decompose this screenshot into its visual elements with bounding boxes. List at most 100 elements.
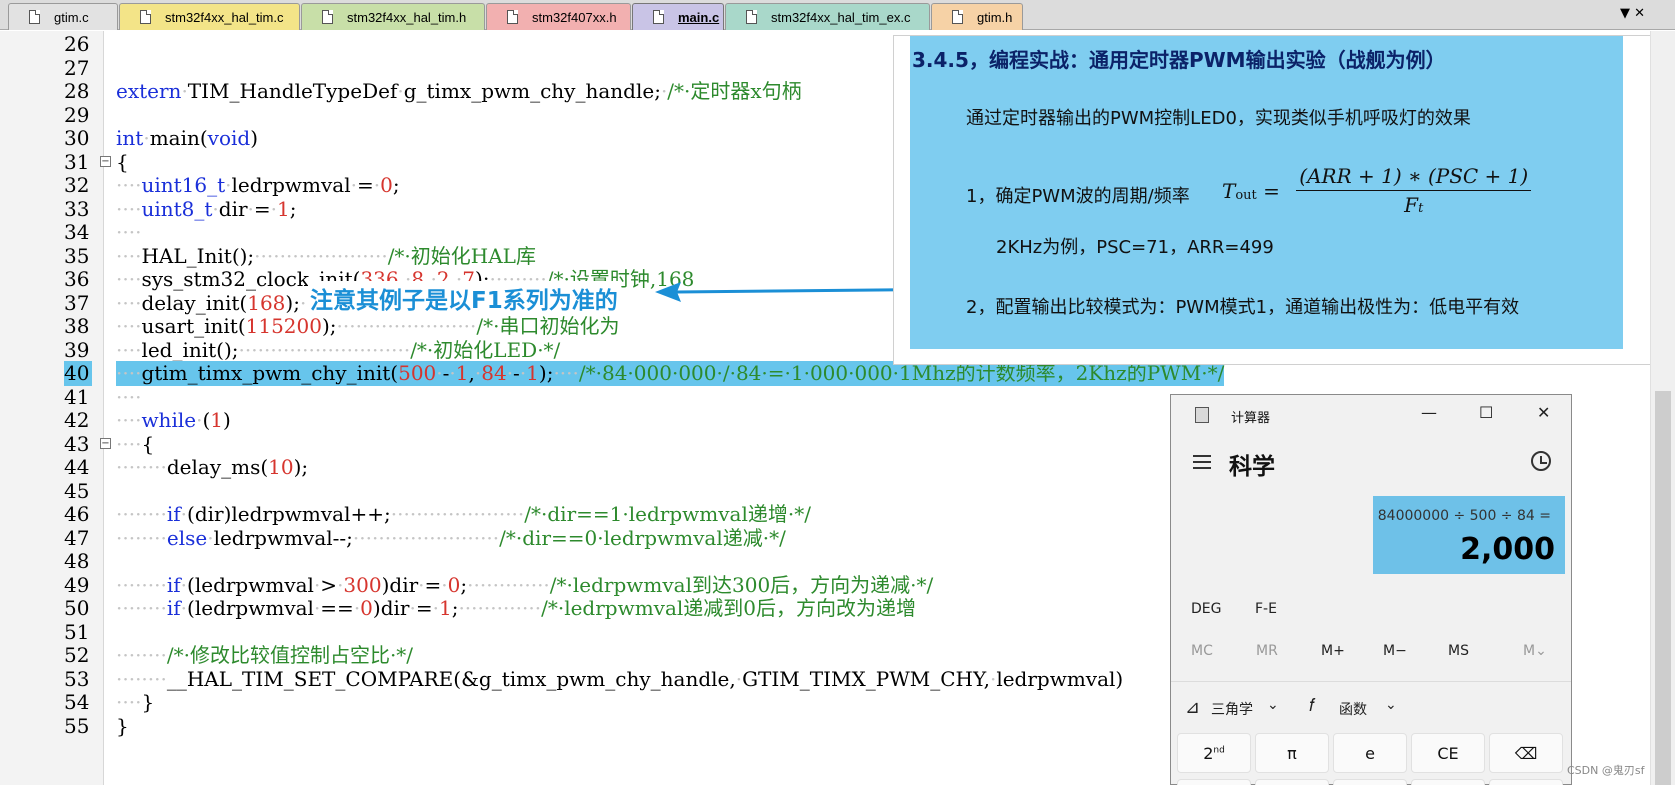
code-text: ····} xyxy=(116,690,155,714)
slide-panel: 3.4.5，编程实战：通用定时器PWM输出实验（战舰为例） 通过定时器输出的PW… xyxy=(910,36,1623,349)
memory-list-button[interactable]: M⌄ xyxy=(1523,643,1547,659)
line-number: 42 xyxy=(64,408,90,432)
calc-key[interactable] xyxy=(1255,779,1329,785)
line-number: 28 xyxy=(64,79,90,103)
code-text: extern·TIM_HandleTypeDef·g_timx_pwm_chy_… xyxy=(116,79,802,103)
second-function-key[interactable]: 2nd xyxy=(1177,733,1251,773)
line-number: 30 xyxy=(64,126,90,150)
function-icon: 𝑓 xyxy=(1309,695,1315,716)
line-number: 53 xyxy=(64,666,90,691)
scrollbar-thumb[interactable] xyxy=(1655,391,1671,785)
clear-entry-key[interactable]: CE xyxy=(1411,733,1485,773)
line-number: 34 xyxy=(64,220,90,244)
slide-description: 通过定时器输出的PWM控制LED0，实现类似手机呼吸灯的效果 xyxy=(966,108,1471,129)
mr-button[interactable]: MR xyxy=(1256,643,1278,659)
tab-bar: gtim.c stm32f4xx_hal_tim.c stm32f4xx_hal… xyxy=(0,0,1675,30)
line-number: 31 xyxy=(64,149,90,174)
line-number: 43 xyxy=(64,431,90,456)
result-text: 2,000 xyxy=(1460,532,1555,567)
code-text: ········/*·修改比较值控制占空比·*/ xyxy=(116,643,414,667)
calc-key[interactable] xyxy=(1411,779,1485,785)
deg-button[interactable]: DEG xyxy=(1191,601,1221,617)
code-text: ····uint8_t·dir·=·1; xyxy=(116,196,297,221)
line-number: 55 xyxy=(64,713,90,738)
calculator-title: 计算器 xyxy=(1231,411,1271,426)
function-dropdown[interactable]: 函数 xyxy=(1339,699,1367,719)
m-minus-button[interactable]: M− xyxy=(1383,643,1407,659)
line-number: 29 xyxy=(64,102,90,127)
formula-fraction: (ARR + 1) ∗ (PSC + 1) Ft xyxy=(1296,164,1532,217)
file-icon xyxy=(653,10,664,24)
line-number: 26 xyxy=(64,32,90,56)
calculator-window[interactable]: 计算器 — ☐ ✕ 科学 84000000 ÷ 500 ÷ 84 = 2,000… xyxy=(1170,394,1572,785)
pi-key[interactable]: π xyxy=(1255,733,1329,773)
line-number: 52 xyxy=(64,643,90,667)
minimize-button[interactable]: — xyxy=(1421,403,1437,422)
calc-key[interactable] xyxy=(1333,779,1407,785)
line-number: 36 xyxy=(64,267,90,291)
line-number: 40 xyxy=(64,361,92,386)
watermark: CSDN @鬼刃sf xyxy=(1567,764,1645,777)
code-text: ········__HAL_TIM_SET_COMPARE(&g_timx_pw… xyxy=(116,666,1124,691)
calculator-mode: 科学 xyxy=(1229,454,1275,480)
calculator-display: 84000000 ÷ 500 ÷ 84 = 2,000 xyxy=(1373,496,1565,574)
line-number: 27 xyxy=(64,55,90,80)
expression-text: 84000000 ÷ 500 ÷ 84 = xyxy=(1377,508,1551,524)
line-number: 38 xyxy=(64,314,90,338)
mc-button[interactable]: MC xyxy=(1191,643,1213,659)
line-number: 54 xyxy=(64,690,90,714)
line-number: 49 xyxy=(64,572,90,597)
line-number: 47 xyxy=(64,525,90,550)
line-number: 44 xyxy=(64,455,90,479)
hamburger-menu-icon[interactable] xyxy=(1193,455,1211,473)
file-icon xyxy=(322,10,333,24)
tab-list-menu[interactable]: ▼ ✕ xyxy=(1620,6,1645,21)
e-key[interactable]: e xyxy=(1333,733,1407,773)
close-button[interactable]: ✕ xyxy=(1537,403,1550,422)
code-text: int·main(void) xyxy=(116,126,259,150)
period-formula: Tout = (ARR + 1) ∗ (PSC + 1) Ft xyxy=(1222,164,1532,217)
m-plus-button[interactable]: M+ xyxy=(1321,643,1345,659)
code-text: ········delay_ms(10); xyxy=(116,455,309,479)
code-text: { xyxy=(116,149,129,174)
file-icon xyxy=(952,10,963,24)
file-icon xyxy=(29,10,40,24)
trig-dropdown[interactable]: 三角学 xyxy=(1211,699,1253,719)
backspace-key[interactable]: ⌫ xyxy=(1489,733,1563,773)
line-number: 51 xyxy=(64,619,90,644)
code-text: ····while·(1) xyxy=(116,408,231,432)
line-number: 33 xyxy=(64,196,90,221)
tab-stm32f4xx-hal-tim-ex-c[interactable]: stm32f4xx_hal_tim_ex.c xyxy=(725,3,930,30)
line-number: 50 xyxy=(64,596,90,620)
calc-key[interactable] xyxy=(1177,779,1251,785)
line-number: 39 xyxy=(64,337,90,362)
code-text: ········if·(ledrpwmval·==·0)dir·=·1;····… xyxy=(116,596,917,620)
history-icon[interactable] xyxy=(1531,451,1551,471)
line-number: 46 xyxy=(64,502,90,526)
line-number: 32 xyxy=(64,173,90,197)
fold-toggle-icon[interactable]: − xyxy=(100,437,111,449)
code-text: ········if·(dir)ledrpwmval++;···········… xyxy=(116,502,811,526)
tab-gtim-h[interactable]: gtim.h xyxy=(931,3,1023,30)
ms-button[interactable]: MS xyxy=(1448,643,1469,659)
tab-stm32f407xx-h[interactable]: stm32f407xx.h xyxy=(486,3,631,30)
tab-gtim-c[interactable]: gtim.c xyxy=(8,3,118,30)
step-1-label: 1，确定PWM波的周期/频率 xyxy=(966,186,1190,207)
calc-key[interactable] xyxy=(1489,779,1563,785)
code-text: ········if·(ledrpwmval·>·300)dir·=·0;···… xyxy=(116,572,934,597)
fe-button[interactable]: F-E xyxy=(1255,601,1277,617)
code-text: ········else·ledrpwmval--;··············… xyxy=(116,525,786,550)
calculator-titlebar[interactable]: 计算器 — ☐ ✕ xyxy=(1171,395,1571,435)
tab-main-c[interactable]: main.c xyxy=(632,3,724,30)
annotation-note: 注意其例子是以F1系列为准的 xyxy=(308,281,620,315)
tab-stm32f4xx-hal-tim-h[interactable]: stm32f4xx_hal_tim.h xyxy=(301,3,485,30)
vertical-scrollbar[interactable] xyxy=(1650,31,1675,785)
example-values: 2KHz为例，PSC=71，ARR=499 xyxy=(996,237,1274,258)
divider xyxy=(1171,681,1571,682)
code-text: ···· xyxy=(116,384,142,409)
line-number: 41 xyxy=(64,384,90,409)
fold-toggle-icon[interactable]: − xyxy=(100,155,111,167)
step-2-label: 2，配置输出比较模式为：PWM模式1，通道输出极性为：低电平有效 xyxy=(966,297,1520,318)
tab-stm32f4xx-hal-tim-c[interactable]: stm32f4xx_hal_tim.c xyxy=(119,3,300,30)
maximize-button[interactable]: ☐ xyxy=(1479,403,1493,422)
